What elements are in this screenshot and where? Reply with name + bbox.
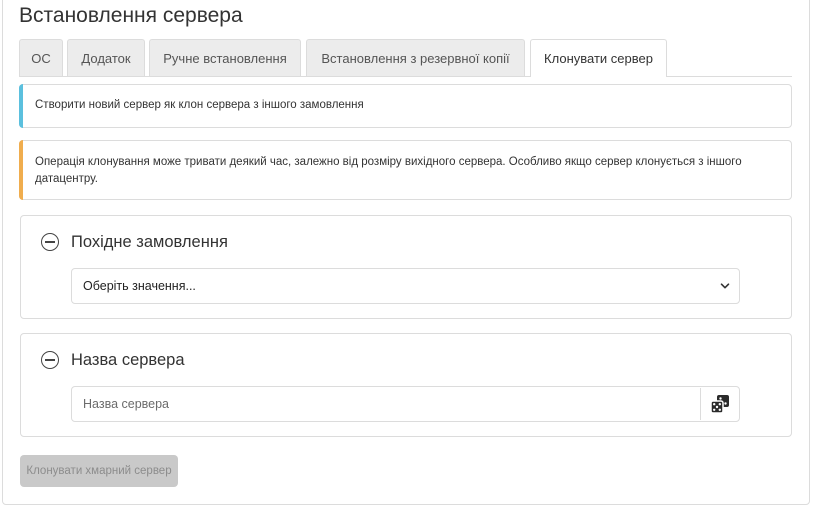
info-alert-bar [19,84,23,128]
server-name-title: Назва сервера [71,350,185,369]
source-order-section: Похідне замовлення Оберіть значення... [20,215,792,319]
warning-alert-bar [19,140,23,200]
server-name-section: Назва сервера [20,333,792,437]
server-name-input[interactable] [72,387,700,421]
warning-alert-text: Операція клонування може тривати деякий … [35,156,742,185]
source-order-header[interactable]: Похідне замовлення [41,231,228,253]
info-alert-text: Створити новий сервер як клон сервера з … [35,99,364,111]
generate-name-button[interactable] [700,388,738,420]
tab-backup-install[interactable]: Встановлення з резервної копії [306,39,525,76]
chevron-down-icon [720,283,730,289]
clone-cloud-server-button[interactable]: Клонувати хмарний сервер [20,455,178,487]
tab-clone-server[interactable]: Клонувати сервер [530,39,667,77]
info-alert: Створити новий сервер як клон сервера з … [19,84,792,128]
server-name-input-group [71,386,740,422]
server-name-header[interactable]: Назва сервера [41,349,185,371]
page-title: Встановлення сервера [19,4,243,27]
source-order-select-value: Оберіть значення... [83,279,196,293]
tab-os[interactable]: ОС [19,39,63,76]
minus-circle-icon[interactable] [41,233,59,251]
tab-bar: ОС Додаток Ручне встановлення Встановлен… [19,39,792,77]
source-order-select[interactable]: Оберіть значення... [71,268,740,304]
tab-manual-install[interactable]: Ручне встановлення [149,39,301,76]
tab-app[interactable]: Додаток [67,39,145,76]
warning-alert: Операція клонування може тривати деякий … [19,140,792,200]
source-order-title: Похідне замовлення [71,232,228,251]
dice-icon [709,395,729,414]
minus-circle-icon[interactable] [41,351,59,369]
